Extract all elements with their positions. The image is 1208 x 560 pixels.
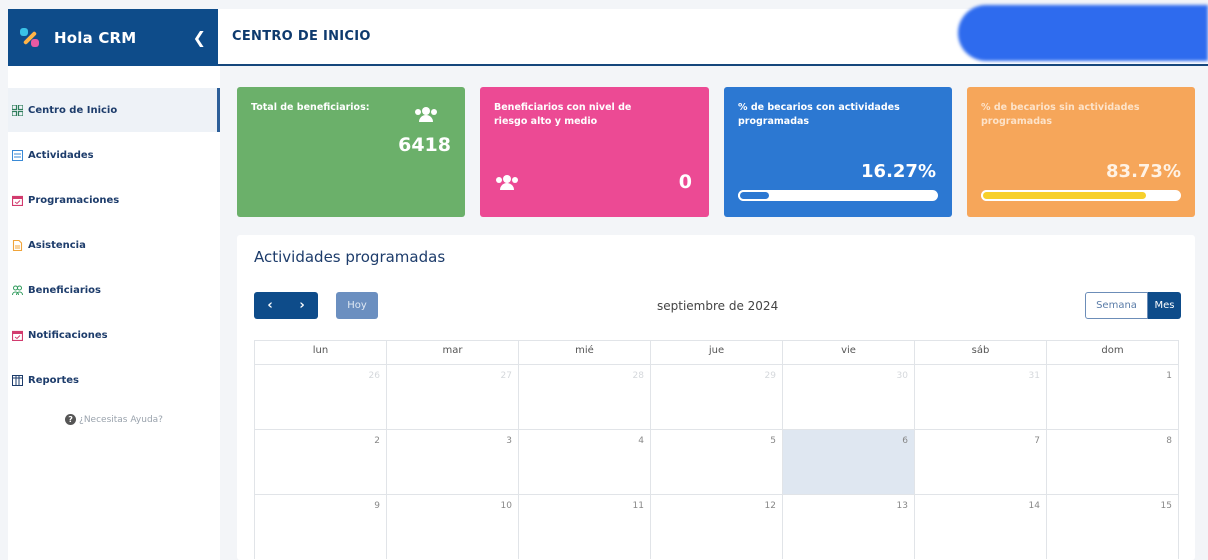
- calendar-month-title: septiembre de 2024: [657, 299, 779, 313]
- sidebar-item-label: Notificaciones: [28, 329, 108, 341]
- card-label: Total de beneficiarios:: [251, 102, 370, 113]
- weekday-label: jue: [651, 341, 783, 364]
- day-cell[interactable]: 12: [651, 495, 783, 559]
- users-icon: [496, 175, 518, 190]
- brand-bar: Hola CRM ❮: [8, 9, 218, 66]
- calendar-icon: [11, 195, 24, 206]
- day-cell[interactable]: 15: [1047, 495, 1178, 559]
- card-value: 0: [678, 171, 692, 193]
- week-row: 26 27 28 29 30 31 1: [254, 364, 1179, 429]
- progress-bar: [981, 190, 1181, 201]
- progress-bar: [738, 190, 938, 201]
- weekday-label: lun: [255, 341, 387, 364]
- document-icon: [12, 239, 23, 251]
- progress-fill: [981, 190, 1149, 201]
- month-view-button[interactable]: Mes: [1148, 292, 1181, 319]
- app-name: Hola CRM: [54, 28, 137, 47]
- page-title: CENTRO DE INICIO: [232, 29, 371, 44]
- help-link[interactable]: ? ¿Necesitas Ayuda?: [8, 414, 220, 425]
- day-cell[interactable]: 7: [915, 430, 1047, 494]
- chevron-left-icon[interactable]: ❮: [193, 28, 206, 47]
- sidebar-item-actividades[interactable]: Actividades: [8, 144, 220, 166]
- day-cell[interactable]: 1: [1047, 365, 1178, 429]
- help-label: ¿Necesitas Ayuda?: [79, 414, 163, 425]
- weekday-label: dom: [1101, 345, 1124, 356]
- sidebar-item-beneficiarios[interactable]: Beneficiarios: [8, 279, 220, 301]
- card-label: Beneficiarios con nivel de riesgo alto y…: [494, 102, 632, 127]
- day-cell[interactable]: 6: [783, 430, 915, 494]
- next-month-button[interactable]: ›: [286, 292, 318, 319]
- today-button[interactable]: Hoy: [336, 292, 378, 319]
- day-cell[interactable]: 31: [915, 365, 1047, 429]
- card-label: % de becarios con actividades programada…: [738, 102, 900, 127]
- sidebar-item-label: Centro de Inicio: [28, 104, 118, 116]
- week-row: 9 10 11 12 13 14 15: [254, 494, 1179, 559]
- scheduled-percent-card: % de becarios con actividades programada…: [724, 87, 952, 217]
- weekday-label: sáb: [915, 341, 1047, 364]
- prev-month-button[interactable]: ‹: [254, 292, 286, 319]
- calendar-nav: ‹ ›: [254, 292, 318, 319]
- sidebar-item-label: Programaciones: [28, 194, 120, 206]
- total-beneficiaries-card: Total de beneficiarios: 6418: [237, 87, 465, 217]
- day-cell[interactable]: 2: [255, 430, 387, 494]
- weekday-label: mar: [387, 341, 519, 364]
- help-icon: ?: [65, 414, 77, 425]
- weekday-header: lun mar mié jue vie sáb dom: [254, 340, 1179, 364]
- sidebar-item-asistencia[interactable]: Asistencia: [8, 234, 220, 256]
- sidebar: Centro de Inicio Actividades Programacione…: [8, 66, 220, 560]
- table-icon: [12, 374, 23, 386]
- weekday-label: mié: [519, 341, 651, 364]
- users-icon: [415, 107, 437, 122]
- day-cell[interactable]: 8: [1047, 430, 1178, 494]
- sidebar-item-notificaciones[interactable]: Notificaciones: [8, 324, 220, 346]
- header: CENTRO DE INICIO: [218, 5, 1208, 66]
- day-cell[interactable]: 27: [387, 365, 519, 429]
- day-cell[interactable]: 3: [387, 430, 519, 494]
- risk-beneficiaries-card: Beneficiarios con nivel de riesgo alto y…: [480, 87, 709, 217]
- month-grid: lun mar mié jue vie sáb dom 26 27 28 29 30 31 1 2 3 4 5 6…: [254, 340, 1179, 559]
- panel-title: Actividades programadas: [254, 248, 446, 266]
- sidebar-item-reportes[interactable]: Reportes: [8, 369, 220, 391]
- calendar-panel: Actividades programadas ‹ › Hoy septiemb…: [237, 235, 1195, 560]
- sidebar-item-label: Beneficiarios: [28, 284, 102, 296]
- sidebar-item-label: Reportes: [28, 374, 79, 386]
- user-menu[interactable]: [958, 5, 1208, 61]
- card-value: 16.27%: [861, 161, 936, 182]
- list-icon: [12, 149, 23, 161]
- sidebar-nav: Centro de Inicio Actividades Programacione…: [8, 88, 220, 391]
- card-value: 83.73%: [1106, 161, 1181, 182]
- day-cell[interactable]: 10: [387, 495, 519, 559]
- day-cell[interactable]: 11: [519, 495, 651, 559]
- logo-icon: [20, 27, 40, 48]
- day-cell[interactable]: 14: [915, 495, 1047, 559]
- day-cell[interactable]: 29: [651, 365, 783, 429]
- sidebar-item-label: Asistencia: [28, 239, 86, 251]
- sidebar-item-programaciones[interactable]: Programaciones: [8, 189, 220, 211]
- view-switcher: Semana Mes: [1085, 292, 1181, 319]
- weekday-label: vie: [783, 341, 915, 364]
- day-cell[interactable]: 26: [255, 365, 387, 429]
- week-view-button[interactable]: Semana: [1085, 292, 1148, 319]
- unscheduled-percent-card: % de becarios sin actividades programada…: [967, 87, 1195, 217]
- progress-fill: [738, 190, 771, 201]
- calendar-icon: [11, 330, 24, 341]
- day-cell[interactable]: 9: [255, 495, 387, 559]
- day-cell[interactable]: 30: [783, 365, 915, 429]
- chevron-left-icon: ‹: [267, 298, 273, 313]
- dashboard-grid-icon: [11, 103, 24, 117]
- calendar-body: 26 27 28 29 30 31 1 2 3 4 5 6 7 8 9 10 11 12 13 14 15: [254, 364, 1179, 559]
- week-row: 2345678: [254, 429, 1179, 494]
- day-cell[interactable]: 4: [519, 430, 651, 494]
- card-label: % de becarios sin actividades programada…: [981, 102, 1140, 127]
- chevron-right-icon: ›: [299, 298, 305, 313]
- card-value: 6418: [398, 134, 451, 156]
- day-cell[interactable]: 28: [519, 365, 651, 429]
- day-cell[interactable]: 13: [783, 495, 915, 559]
- sidebar-item-centro-de-inicio[interactable]: Centro de Inicio: [8, 88, 220, 132]
- day-cell[interactable]: 5: [651, 430, 783, 494]
- users-icon: [12, 285, 23, 296]
- sidebar-item-label: Actividades: [28, 149, 94, 161]
